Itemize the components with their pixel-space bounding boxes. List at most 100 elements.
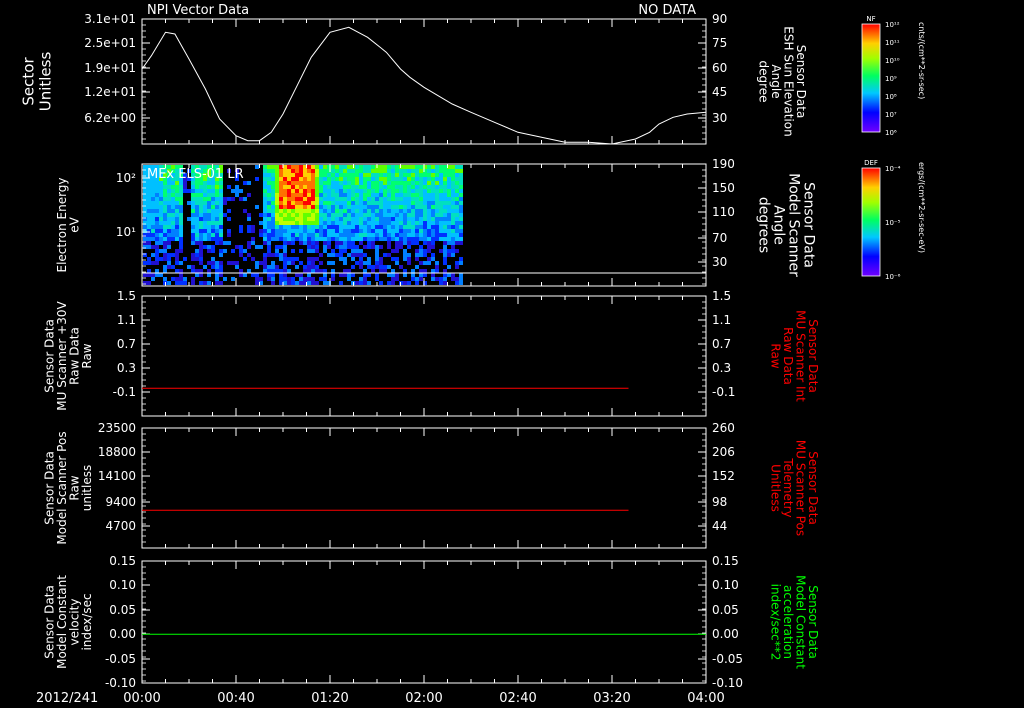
heatmap-cell <box>395 173 399 177</box>
heatmap-cell <box>195 217 199 221</box>
heatmap-cell <box>159 193 163 197</box>
heatmap-cell <box>427 165 431 169</box>
heatmap-cell <box>347 213 351 217</box>
heatmap-cell <box>291 261 295 265</box>
heatmap-cell <box>399 245 403 249</box>
heatmap-cell <box>147 241 151 245</box>
heatmap-cell <box>443 277 447 281</box>
heatmap-cell <box>431 257 435 261</box>
heatmap-cell <box>335 237 339 241</box>
heatmap-cell <box>451 253 455 257</box>
heatmap-cell <box>203 205 207 209</box>
heatmap-cell <box>279 209 283 213</box>
heatmap-cell <box>327 213 331 217</box>
heatmap-cell <box>243 249 247 253</box>
heatmap-cell <box>439 193 443 197</box>
colorbar-def: DEF 10⁻⁴10⁻⁵10⁻⁶ ergs/(cm**2-sr-sec-eV) <box>861 159 926 281</box>
heatmap-cell <box>275 197 279 201</box>
heatmap-cell <box>395 245 399 249</box>
heatmap-cell <box>371 185 375 189</box>
y-tick-label-left: 1.1 <box>117 313 136 327</box>
heatmap-cell <box>195 197 199 201</box>
heatmap-cell <box>175 229 179 233</box>
heatmap-cell <box>267 177 271 181</box>
y-tick-label-left: 9400 <box>105 495 136 509</box>
heatmap-cell <box>371 165 375 169</box>
heatmap-cell <box>363 281 367 285</box>
heatmap-cell <box>391 225 395 229</box>
heatmap-cell <box>259 221 263 225</box>
heatmap-cell <box>303 229 307 233</box>
heatmap-cell <box>199 237 203 241</box>
heatmap-cell <box>331 273 335 277</box>
heatmap-cell <box>351 217 355 221</box>
heatmap-cell <box>343 229 347 233</box>
heatmap-cell <box>359 197 363 201</box>
heatmap-cell <box>379 237 383 241</box>
heatmap-cell <box>207 205 211 209</box>
heatmap-cell <box>375 221 379 225</box>
heatmap-cell <box>215 269 219 273</box>
heatmap-cell <box>339 201 343 205</box>
heatmap-cell <box>295 177 299 181</box>
heatmap-cell <box>403 181 407 185</box>
heatmap-cell <box>199 205 203 209</box>
y-axis-title-left: unitless <box>80 465 94 511</box>
heatmap-cell <box>343 189 347 193</box>
heatmap-cell <box>275 249 279 253</box>
y-axis-title-right: Angle <box>771 205 787 245</box>
y-tick-label-left: 0.7 <box>117 337 136 351</box>
heatmap-cell <box>191 201 195 205</box>
heatmap-cell <box>267 277 271 281</box>
heatmap-cell <box>207 185 211 189</box>
heatmap-cell <box>427 261 431 265</box>
heatmap-cell <box>439 185 443 189</box>
heatmap-cell <box>155 209 159 213</box>
heatmap-cell <box>343 269 347 273</box>
heatmap-cell <box>315 233 319 237</box>
heatmap-cell <box>159 217 163 221</box>
heatmap-cell <box>239 253 243 257</box>
heatmap-cell <box>159 225 163 229</box>
heatmap-cell <box>327 173 331 177</box>
heatmap-cell <box>379 169 383 173</box>
heatmap-cell <box>343 213 347 217</box>
panel-3-frame <box>141 295 707 417</box>
heatmap-cell <box>423 229 427 233</box>
heatmap-cell <box>207 245 211 249</box>
heatmap-cell <box>163 197 167 201</box>
heatmap-cell <box>355 165 359 169</box>
heatmap-cell <box>203 225 207 229</box>
heatmap-cell <box>279 197 283 201</box>
heatmap-cell <box>271 221 275 225</box>
heatmap-cell <box>275 213 279 217</box>
heatmap-cell <box>155 189 159 193</box>
heatmap-cell <box>367 213 371 217</box>
heatmap-cell <box>303 201 307 205</box>
heatmap-cell <box>343 249 347 253</box>
heatmap-cell <box>331 169 335 173</box>
heatmap-cell <box>459 217 463 221</box>
heatmap-cell <box>291 177 295 181</box>
heatmap-cell <box>395 205 399 209</box>
heatmap-cell <box>355 197 359 201</box>
heatmap-cell <box>331 189 335 193</box>
heatmap-cell <box>359 185 363 189</box>
heatmap-cell <box>435 269 439 273</box>
heatmap-cell <box>311 249 315 253</box>
heatmap-cell <box>331 193 335 197</box>
heatmap-cell <box>223 277 227 281</box>
heatmap-cell <box>363 269 367 273</box>
heatmap-cell <box>303 197 307 201</box>
heatmap-cell <box>175 269 179 273</box>
heatmap-cell <box>247 241 251 245</box>
heatmap-cell <box>287 169 291 173</box>
heatmap-cell <box>295 281 299 285</box>
y-tick-label-left: 6.2e+00 <box>84 111 136 125</box>
heatmap-cell <box>435 229 439 233</box>
heatmap-cell <box>199 189 203 193</box>
heatmap-cell <box>319 217 323 221</box>
heatmap-cell <box>307 281 311 285</box>
heatmap-cell <box>159 185 163 189</box>
heatmap-cell <box>427 241 431 245</box>
